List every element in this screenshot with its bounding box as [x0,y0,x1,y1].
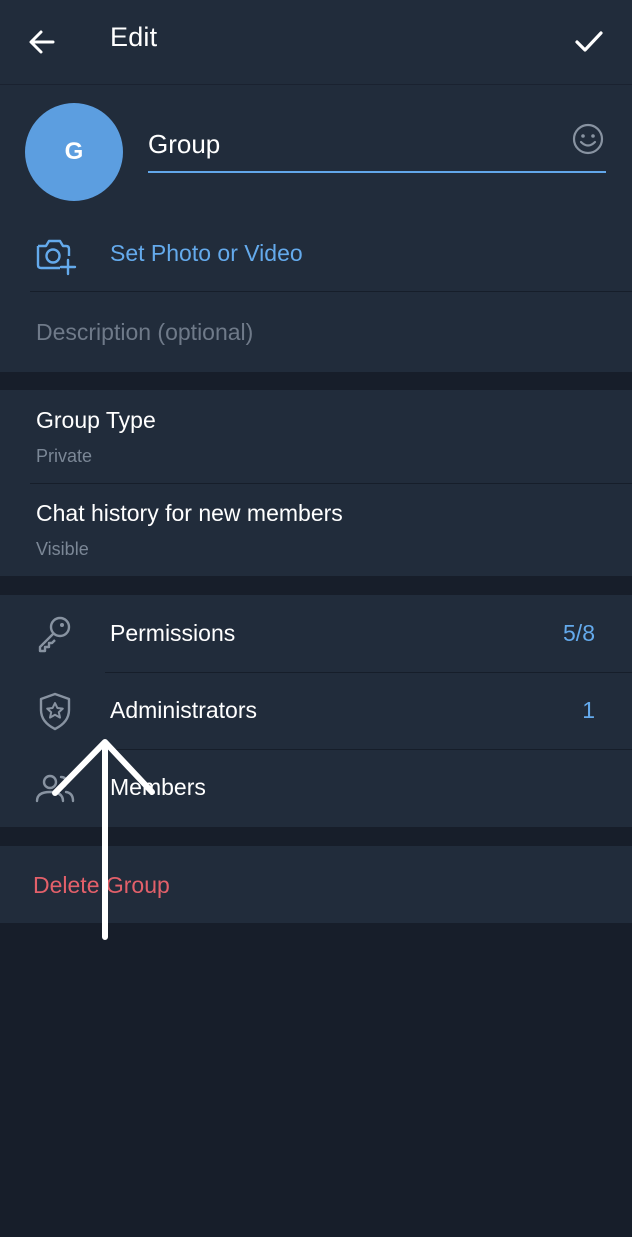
page-title: Edit [110,22,158,52]
chat-history-row[interactable]: Chat history for new members Visible [0,483,632,576]
set-photo-row[interactable]: Set Photo or Video [0,220,632,292]
avatar[interactable]: G [25,103,123,201]
emoji-button[interactable] [570,123,606,159]
administrators-row[interactable]: Administrators 1 [0,672,632,749]
setting-value: Visible [36,539,89,559]
group-name-value: Group [148,129,221,159]
smile-icon [572,123,604,155]
back-button[interactable] [22,22,62,62]
settings-card: Group Type Private Chat history for new … [0,390,632,576]
administrators-count: 1 [582,697,595,723]
setting-value: Private [36,446,93,466]
top-bar: Edit [0,0,632,85]
group-name-input[interactable]: Group [148,123,606,173]
description-input[interactable]: Description (optional) [36,319,253,346]
delete-group-button[interactable]: Delete Group [33,872,170,899]
delete-card: Delete Group [0,846,632,923]
divider [30,291,632,292]
arrow-left-icon [29,30,55,54]
key-icon [38,616,71,653]
camera-add-icon [36,239,77,276]
manage-card: Permissions 5/8 Administrators 1 Members [0,595,632,827]
manage-label: Members [110,774,206,800]
check-icon [575,31,603,52]
members-row[interactable]: Members [0,749,632,826]
confirm-button[interactable] [568,22,610,62]
set-photo-label: Set Photo or Video [110,240,303,266]
manage-label: Administrators [110,697,257,723]
permissions-count: 5/8 [563,620,595,646]
permissions-row[interactable]: Permissions 5/8 [0,595,632,672]
profile-card: G Group Set Photo or Video Description (… [0,85,632,372]
setting-title: Group Type [36,407,156,433]
group-type-row[interactable]: Group Type Private [0,390,632,483]
setting-title: Chat history for new members [36,500,343,526]
shield-star-icon [39,692,71,731]
manage-label: Permissions [110,620,236,646]
users-icon [35,774,75,803]
